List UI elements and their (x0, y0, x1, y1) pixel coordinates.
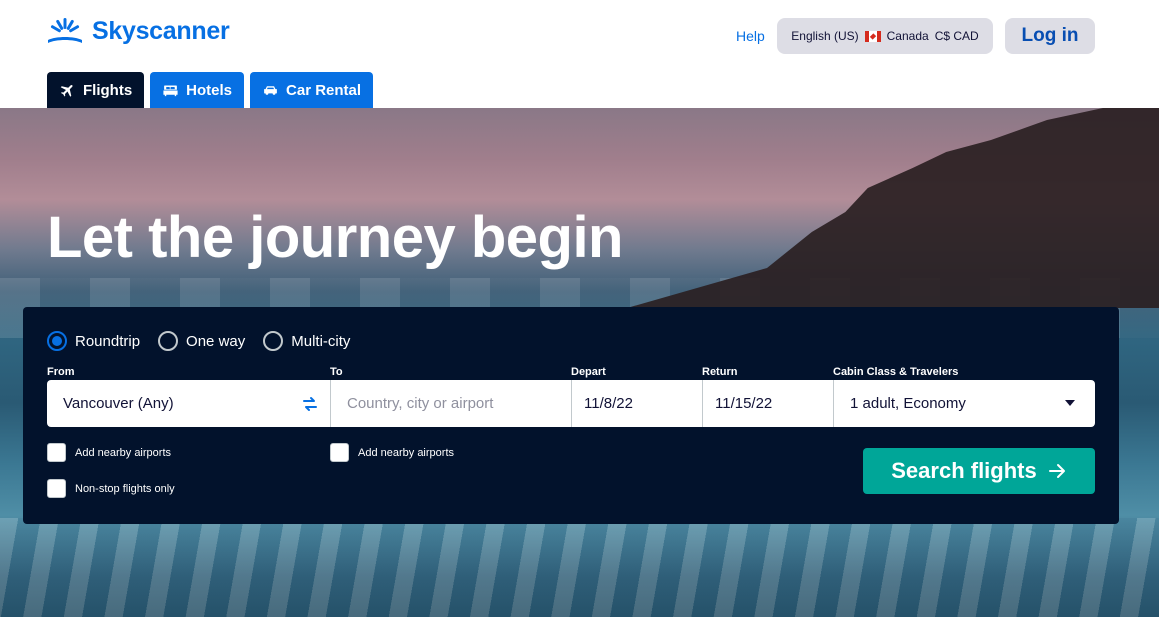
checkbox-label: Add nearby airports (358, 446, 454, 459)
cabin-value: 1 adult, Economy (850, 395, 966, 412)
to-label: To (330, 366, 343, 378)
checkbox[interactable] (47, 443, 66, 462)
plane-icon (60, 84, 73, 97)
hero-title: Let the journey begin (47, 205, 624, 270)
help-link[interactable]: Help (736, 28, 765, 44)
sunburst-logo-icon (48, 17, 82, 43)
product-tabs: Flights Hotels Car Rental (47, 72, 374, 108)
from-value: Vancouver (Any) (63, 395, 174, 412)
trip-type-group: Roundtrip One way Multi-city (47, 331, 350, 351)
trip-type-multi-city[interactable]: Multi-city (263, 331, 350, 351)
brand-name: Skyscanner (92, 17, 230, 45)
canada-flag-icon (864, 30, 881, 42)
to-input[interactable]: Country, city or airport (331, 380, 572, 427)
return-date-input[interactable]: 11/15/22 (703, 380, 834, 427)
depart-value: 11/8/22 (584, 395, 633, 412)
radio-button[interactable] (263, 331, 284, 351)
swap-arrows-icon[interactable] (300, 394, 320, 414)
radio-button[interactable] (47, 331, 67, 351)
tab-label: Car Rental (286, 81, 362, 99)
from-label: From (47, 366, 75, 378)
login-button[interactable]: Log in (1005, 18, 1095, 54)
radio-button[interactable] (158, 331, 179, 351)
to-placeholder: Country, city or airport (347, 395, 494, 412)
radio-label: One way (186, 332, 246, 350)
to-nearby-airports-checkbox[interactable]: Add nearby airports (330, 443, 454, 462)
radio-label: Multi-city (291, 332, 351, 350)
search-button-label: Search flights (891, 458, 1037, 483)
checkbox[interactable] (330, 443, 349, 462)
search-flights-button[interactable]: Search flights (863, 448, 1095, 494)
from-input[interactable]: Vancouver (Any) (47, 380, 331, 427)
cabin-travelers-label: Cabin Class & Travelers (833, 366, 959, 378)
tab-car-rental[interactable]: Car Rental (250, 72, 374, 108)
country-label: Canada (886, 29, 929, 43)
skyscanner-logo[interactable]: Skyscanner (46, 17, 230, 46)
tab-label: Hotels (186, 81, 233, 99)
trip-type-one-way[interactable]: One way (158, 331, 245, 351)
nonstop-only-checkbox[interactable]: Non-stop flights only (47, 479, 175, 498)
depart-date-input[interactable]: 11/8/22 (572, 380, 703, 427)
return-label: Return (702, 366, 738, 378)
radio-label: Roundtrip (75, 332, 141, 350)
tab-hotels[interactable]: Hotels (150, 72, 245, 108)
checkbox-label: Add nearby airports (75, 446, 171, 459)
bed-icon (163, 85, 178, 96)
depart-label: Depart (571, 366, 606, 378)
tab-flights[interactable]: Flights (47, 72, 145, 108)
currency-label: C$ CAD (934, 29, 979, 43)
checkbox[interactable] (47, 479, 66, 498)
tab-label: Flights (83, 81, 133, 99)
arrow-right-icon (1048, 464, 1065, 478)
locale-currency-button[interactable]: English (US) Canada C$ CAD (777, 18, 993, 54)
flight-search-panel: Roundtrip One way Multi-city From To Dep… (23, 307, 1119, 524)
trip-type-roundtrip[interactable]: Roundtrip (47, 331, 140, 351)
return-value: 11/15/22 (715, 395, 773, 412)
chevron-down-icon (1065, 400, 1075, 406)
checkbox-label: Non-stop flights only (75, 482, 175, 495)
car-icon (264, 85, 277, 95)
from-nearby-airports-checkbox[interactable]: Add nearby airports (47, 443, 171, 462)
cabin-travelers-select[interactable]: 1 adult, Economy (834, 380, 1095, 427)
hero-foam-decoration (0, 518, 1159, 617)
language-label: English (US) (791, 29, 859, 43)
site-header: Skyscanner Help English (US) Canada C$ C… (0, 0, 1159, 108)
